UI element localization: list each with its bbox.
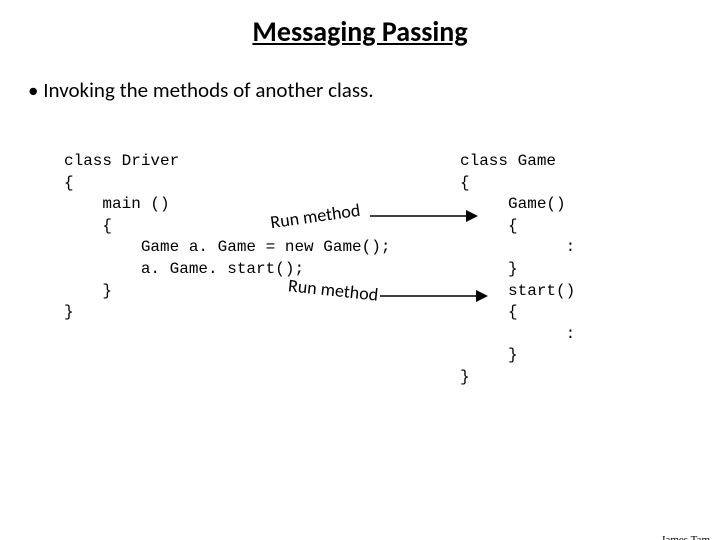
arrow-right-icon — [370, 203, 480, 229]
arrow-right-icon — [380, 283, 490, 309]
page-title: Messaging Passing — [0, 14, 720, 49]
code-area: class Driver { main () { Game a. Game = … — [0, 151, 720, 451]
code-game: class Game { Game() { : } start() { : } … — [460, 151, 575, 389]
slide: Messaging Passing Invoking the methods o… — [0, 14, 720, 540]
bullet-1: Invoking the methods of another class. — [28, 77, 720, 103]
footer-author: James Tam — [661, 534, 710, 540]
